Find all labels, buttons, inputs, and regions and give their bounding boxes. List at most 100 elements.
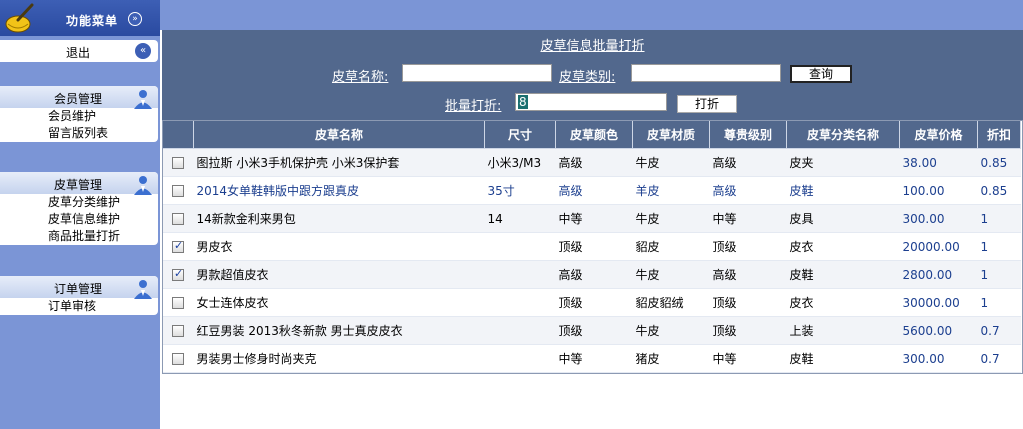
cell-discount: 1 bbox=[977, 260, 1021, 289]
sidebar-group-order: 订单管理 订单审核 bbox=[0, 276, 158, 315]
cell-category: 上装 bbox=[786, 316, 900, 345]
cell-category: 皮夹 bbox=[786, 148, 900, 177]
menu-header: 功能菜单 » bbox=[0, 0, 160, 36]
row-checkbox-cell bbox=[162, 176, 194, 205]
person-icon bbox=[134, 176, 152, 195]
row-checkbox[interactable] bbox=[172, 239, 184, 253]
table-header-row: 皮草名称 尺寸 皮草颜色 皮草材质 尊贵级别 皮草分类名称 皮草价格 折扣 bbox=[162, 120, 1021, 149]
logout-row[interactable]: 退出 « bbox=[0, 40, 158, 62]
table-row[interactable]: 男皮衣顶级貂皮顶级皮衣20000.001 bbox=[162, 232, 1021, 261]
cell-size bbox=[484, 232, 556, 261]
cell-name: 男皮衣 bbox=[193, 232, 485, 261]
group-label: 订单管理 bbox=[54, 282, 103, 296]
logout-label: 退出 bbox=[66, 46, 91, 60]
double-chevron-left-icon[interactable]: « bbox=[135, 43, 151, 59]
row-checkbox[interactable] bbox=[172, 267, 184, 281]
table-row[interactable]: 女士连体皮衣 顶级 貂皮貂绒 顶级 皮衣 30000.00 1 bbox=[162, 288, 1021, 317]
cell-size: 14 bbox=[484, 204, 556, 233]
cell-material: 牛皮 bbox=[632, 316, 710, 345]
row-checkbox[interactable] bbox=[172, 353, 184, 365]
cell-price: 5600.00 bbox=[899, 316, 978, 345]
group-header[interactable]: 会员管理 bbox=[0, 86, 158, 109]
discount-button[interactable]: 打折 bbox=[677, 95, 737, 113]
cell-level: 顶级 bbox=[709, 316, 787, 345]
table-body: 图拉斯 小米3手机保护壳 小米3保护套 小米3/M3 高级 牛皮 高级 皮夹 38.00 0.… bbox=[162, 148, 1021, 373]
row-checkbox[interactable] bbox=[172, 213, 184, 225]
row-checkbox[interactable] bbox=[172, 157, 184, 169]
sidebar-item-info-maintain[interactable]: 皮草信息维护 bbox=[0, 211, 158, 228]
cell-level: 顶级 bbox=[709, 288, 787, 317]
sidebar-item-category-maintain[interactable]: 皮草分类维护 bbox=[0, 194, 158, 211]
table-row[interactable]: 14新款金利来男包 14 中等 牛皮 中等 皮具 300.00 1 bbox=[162, 204, 1021, 233]
cell-size bbox=[484, 344, 556, 373]
cell-color: 顶级 bbox=[555, 316, 633, 345]
cell-color: 高级 bbox=[555, 176, 633, 205]
row-checkbox-cell bbox=[162, 148, 194, 177]
cell-level: 高级 bbox=[709, 148, 787, 177]
cell-color: 顶级 bbox=[555, 288, 633, 317]
search-button[interactable]: 查询 bbox=[790, 65, 852, 83]
table-row[interactable]: 男款超值皮衣高级牛皮高级皮鞋2800.001 bbox=[162, 260, 1021, 289]
page-title[interactable]: 皮草信息批量打折 bbox=[162, 35, 1023, 54]
col-name: 皮草名称 bbox=[193, 120, 485, 149]
cell-color: 顶级 bbox=[555, 232, 633, 261]
main-panel: 皮草信息批量打折 皮草名称: 皮草类别: 查询 批量打折: 8 打折 皮草名称 … bbox=[160, 30, 1023, 429]
sidebar-item-batch-discount[interactable]: 商品批量打折 bbox=[0, 228, 158, 245]
name-input[interactable] bbox=[402, 64, 552, 82]
cell-name: 男款超值皮衣 bbox=[193, 260, 485, 289]
row-checkbox[interactable] bbox=[172, 185, 184, 197]
cell-discount: 1 bbox=[977, 232, 1021, 261]
cell-price: 300.00 bbox=[899, 204, 978, 233]
person-icon bbox=[134, 90, 152, 109]
sidebar-group-member: 会员管理 会员维护 留言版列表 bbox=[0, 86, 158, 142]
category-input[interactable] bbox=[631, 64, 781, 82]
cell-level: 高级 bbox=[709, 176, 787, 205]
cell-category: 皮具 bbox=[786, 204, 900, 233]
col-category: 皮草分类名称 bbox=[786, 120, 900, 149]
cell-price: 30000.00 bbox=[899, 288, 978, 317]
cell-category: 皮鞋 bbox=[786, 344, 900, 373]
sidebar-item-member-maintain[interactable]: 会员维护 bbox=[0, 108, 158, 125]
group-header[interactable]: 订单管理 bbox=[0, 276, 158, 299]
row-checkbox-cell bbox=[162, 204, 194, 233]
cell-size bbox=[484, 288, 556, 317]
sidebar-group-fur: 皮草管理 皮草分类维护 皮草信息维护 商品批量打折 bbox=[0, 172, 158, 245]
row-checkbox[interactable] bbox=[172, 325, 184, 337]
row-checkbox-cell bbox=[162, 288, 194, 317]
cell-material: 牛皮 bbox=[632, 148, 710, 177]
group-header[interactable]: 皮草管理 bbox=[0, 172, 158, 195]
col-color: 皮草颜色 bbox=[555, 120, 633, 149]
group-label: 皮草管理 bbox=[54, 178, 103, 192]
table-row[interactable]: 2014女单鞋韩版中跟方跟真皮 35寸 高级 羊皮 高级 皮鞋 100.00 0.85 bbox=[162, 176, 1021, 205]
col-material: 皮草材质 bbox=[632, 120, 710, 149]
cell-size: 35寸 bbox=[484, 176, 556, 205]
cell-material: 猪皮 bbox=[632, 344, 710, 373]
table-row[interactable]: 红豆男装 2013秋冬新款 男士真皮皮衣 顶级 牛皮 顶级 上装 5600.00 0.7 bbox=[162, 316, 1021, 345]
row-checkbox[interactable] bbox=[172, 297, 184, 309]
cell-discount: 1 bbox=[977, 288, 1021, 317]
table-row[interactable]: 图拉斯 小米3手机保护壳 小米3保护套 小米3/M3 高级 牛皮 高级 皮夹 38.00 0.… bbox=[162, 148, 1021, 177]
cell-level: 中等 bbox=[709, 204, 787, 233]
col-level: 尊贵级别 bbox=[709, 120, 787, 149]
search-form: 皮草信息批量打折 皮草名称: 皮草类别: 查询 批量打折: 8 打折 bbox=[162, 30, 1023, 120]
double-chevron-down-icon[interactable]: » bbox=[128, 12, 142, 26]
cell-material: 牛皮 bbox=[632, 260, 710, 289]
cell-size bbox=[484, 260, 556, 289]
sidebar-item-order-review[interactable]: 订单审核 bbox=[0, 298, 158, 315]
cell-price: 20000.00 bbox=[899, 232, 978, 261]
cell-price: 38.00 bbox=[899, 148, 978, 177]
cell-price: 300.00 bbox=[899, 344, 978, 373]
group-label: 会员管理 bbox=[54, 92, 103, 106]
cell-name: 2014女单鞋韩版中跟方跟真皮 bbox=[193, 176, 485, 205]
discount-input[interactable]: 8 bbox=[515, 93, 667, 111]
row-checkbox-cell bbox=[162, 316, 194, 345]
sidebar-item-message-list[interactable]: 留言版列表 bbox=[0, 125, 158, 142]
cell-level: 高级 bbox=[709, 260, 787, 289]
discount-value: 8 bbox=[518, 95, 528, 109]
menu-title: 功能菜单 bbox=[66, 14, 119, 28]
cell-material: 牛皮 bbox=[632, 204, 710, 233]
cell-discount: 0.85 bbox=[977, 176, 1021, 205]
table-row[interactable]: 男装男士修身时尚夹克 中等 猪皮 中等 皮鞋 300.00 0.7 bbox=[162, 344, 1021, 373]
cell-material: 貂皮貂绒 bbox=[632, 288, 710, 317]
cell-level: 顶级 bbox=[709, 232, 787, 261]
